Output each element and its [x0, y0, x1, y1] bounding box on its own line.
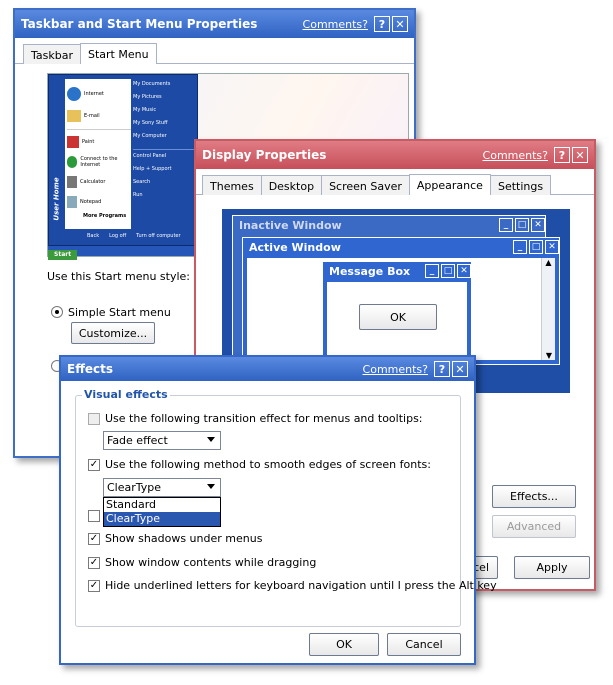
preview-item-connect: Connect to the Internet — [67, 152, 131, 172]
close-icon: ✕ — [545, 240, 559, 254]
preview-item-internet: Internet — [67, 83, 131, 105]
tab-taskbar[interactable]: Taskbar — [23, 44, 81, 64]
help-icon[interactable]: ? — [374, 16, 390, 32]
shadows-label: Show shadows under menus — [105, 532, 263, 545]
effects-window: Effects Comments? ? ✕ Visual effects Use… — [59, 355, 497, 665]
dropdown-option-standard[interactable]: Standard — [104, 498, 220, 512]
dropdown-option-cleartype[interactable]: ClearType — [104, 512, 220, 526]
minimize-icon: _ — [499, 218, 513, 232]
internet-icon — [67, 87, 81, 101]
smooth-edges-label: Use the following method to smooth edges… — [105, 458, 431, 471]
simple-start-radio[interactable] — [51, 306, 63, 318]
minimize-icon: _ — [513, 240, 527, 254]
drag-contents-label: Show window contents while dragging — [105, 556, 317, 569]
start-menu-style-label: Use this Start menu style: — [47, 270, 190, 283]
paint-icon — [67, 136, 79, 148]
preview-right-column: My Documents My Pictures My Music My Son… — [133, 81, 197, 205]
calculator-icon — [67, 176, 77, 188]
tab-themes[interactable]: Themes — [202, 175, 262, 195]
maximize-icon: □ — [529, 240, 543, 254]
display-comments-link[interactable]: Comments? — [483, 149, 548, 162]
preview-scrollbar: ▲ ▼ — [541, 258, 555, 360]
smooth-method-combo[interactable]: ClearType — [103, 478, 221, 497]
display-window-titlebar[interactable]: Display Properties Comments? ? ✕ — [196, 141, 594, 169]
preview-start-button: Start — [48, 250, 78, 260]
message-box-ok-button: OK — [359, 304, 437, 330]
preview-item-calculator: Calculator — [67, 172, 131, 192]
preview-footer: Back Log off Turn off computer — [87, 233, 181, 239]
connect-icon — [67, 156, 78, 168]
visual-effects-label: Visual effects — [82, 388, 170, 401]
preview-user-label: User Home — [52, 177, 61, 221]
effects-cancel-button[interactable]: Cancel — [387, 633, 461, 656]
underline-checkbox[interactable]: ✓ — [88, 580, 100, 592]
smooth-method-dropdown-list: Standard ClearType — [103, 497, 221, 527]
customize-button[interactable]: Customize... — [71, 322, 155, 344]
chevron-down-icon — [207, 437, 215, 442]
chevron-down-icon — [207, 484, 215, 489]
shadows-checkbox[interactable]: ✓ — [88, 533, 100, 545]
taskbar-tabs: Taskbar Start Menu — [15, 38, 414, 64]
close-icon: ✕ — [457, 264, 471, 278]
inactive-window-title: Inactive Window _ □ ✕ — [233, 216, 545, 234]
effects-window-client: Visual effects Use the following transit… — [61, 381, 497, 663]
display-window-title: Display Properties — [202, 148, 327, 162]
maximize-icon: □ — [515, 218, 529, 232]
preview-item-paint: Paint — [67, 132, 131, 152]
preview-start-menu: Internet E-mail Paint Connect to the Int… — [48, 74, 198, 246]
message-box-title: Message Box _ □ ✕ — [323, 262, 471, 280]
underline-label: Hide underlined letters for keyboard nav… — [105, 579, 497, 592]
transition-combo[interactable]: Fade effect — [103, 431, 221, 450]
display-tabs: Themes Desktop Screen Saver Appearance S… — [196, 169, 594, 195]
email-icon — [67, 110, 81, 122]
active-window-title: Active Window _ □ ✕ — [243, 238, 559, 256]
effects-button[interactable]: Effects... — [492, 485, 576, 508]
effects-window-titlebar[interactable]: Effects Comments? ? ✕ — [61, 357, 474, 381]
transition-label: Use the following transition effect for … — [105, 412, 423, 425]
close-icon[interactable]: ✕ — [572, 147, 588, 163]
help-icon[interactable]: ? — [434, 361, 450, 377]
simple-start-label: Simple Start menu — [68, 306, 171, 319]
preview-more-programs: More Programs — [83, 213, 127, 219]
tab-desktop[interactable]: Desktop — [260, 175, 323, 195]
effects-ok-button[interactable]: OK — [309, 633, 379, 656]
effects-window-title: Effects — [67, 362, 114, 376]
close-icon[interactable]: ✕ — [392, 16, 408, 32]
apply-button[interactable]: Apply — [514, 556, 590, 579]
advanced-button[interactable]: Advanced — [492, 515, 576, 538]
hidden-checkbox[interactable] — [88, 510, 100, 522]
close-icon[interactable]: ✕ — [452, 361, 468, 377]
message-box-preview: Message Box _ □ ✕ OK — [322, 261, 472, 365]
smooth-edges-checkbox[interactable]: ✓ — [88, 459, 100, 471]
taskbar-window-title: Taskbar and Start Menu Properties — [21, 17, 258, 31]
drag-contents-checkbox[interactable]: ✓ — [88, 557, 100, 569]
transition-checkbox[interactable] — [88, 413, 100, 425]
preview-left-column: Internet E-mail Paint Connect to the Int… — [65, 79, 131, 229]
preview-item-notepad: Notepad — [67, 192, 131, 212]
tab-settings[interactable]: Settings — [489, 175, 552, 195]
tab-start-menu[interactable]: Start Menu — [80, 43, 157, 64]
notepad-icon — [67, 196, 77, 208]
minimize-icon: _ — [425, 264, 439, 278]
help-icon[interactable]: ? — [554, 147, 570, 163]
preview-item-email: E-mail — [67, 105, 131, 127]
tab-appearance[interactable]: Appearance — [408, 174, 491, 195]
taskbar-window-titlebar[interactable]: Taskbar and Start Menu Properties Commen… — [15, 10, 414, 38]
maximize-icon: □ — [441, 264, 455, 278]
tab-screen-saver[interactable]: Screen Saver — [321, 175, 410, 195]
effects-comments-link[interactable]: Comments? — [363, 363, 428, 376]
taskbar-comments-link[interactable]: Comments? — [303, 18, 368, 31]
close-icon: ✕ — [531, 218, 545, 232]
